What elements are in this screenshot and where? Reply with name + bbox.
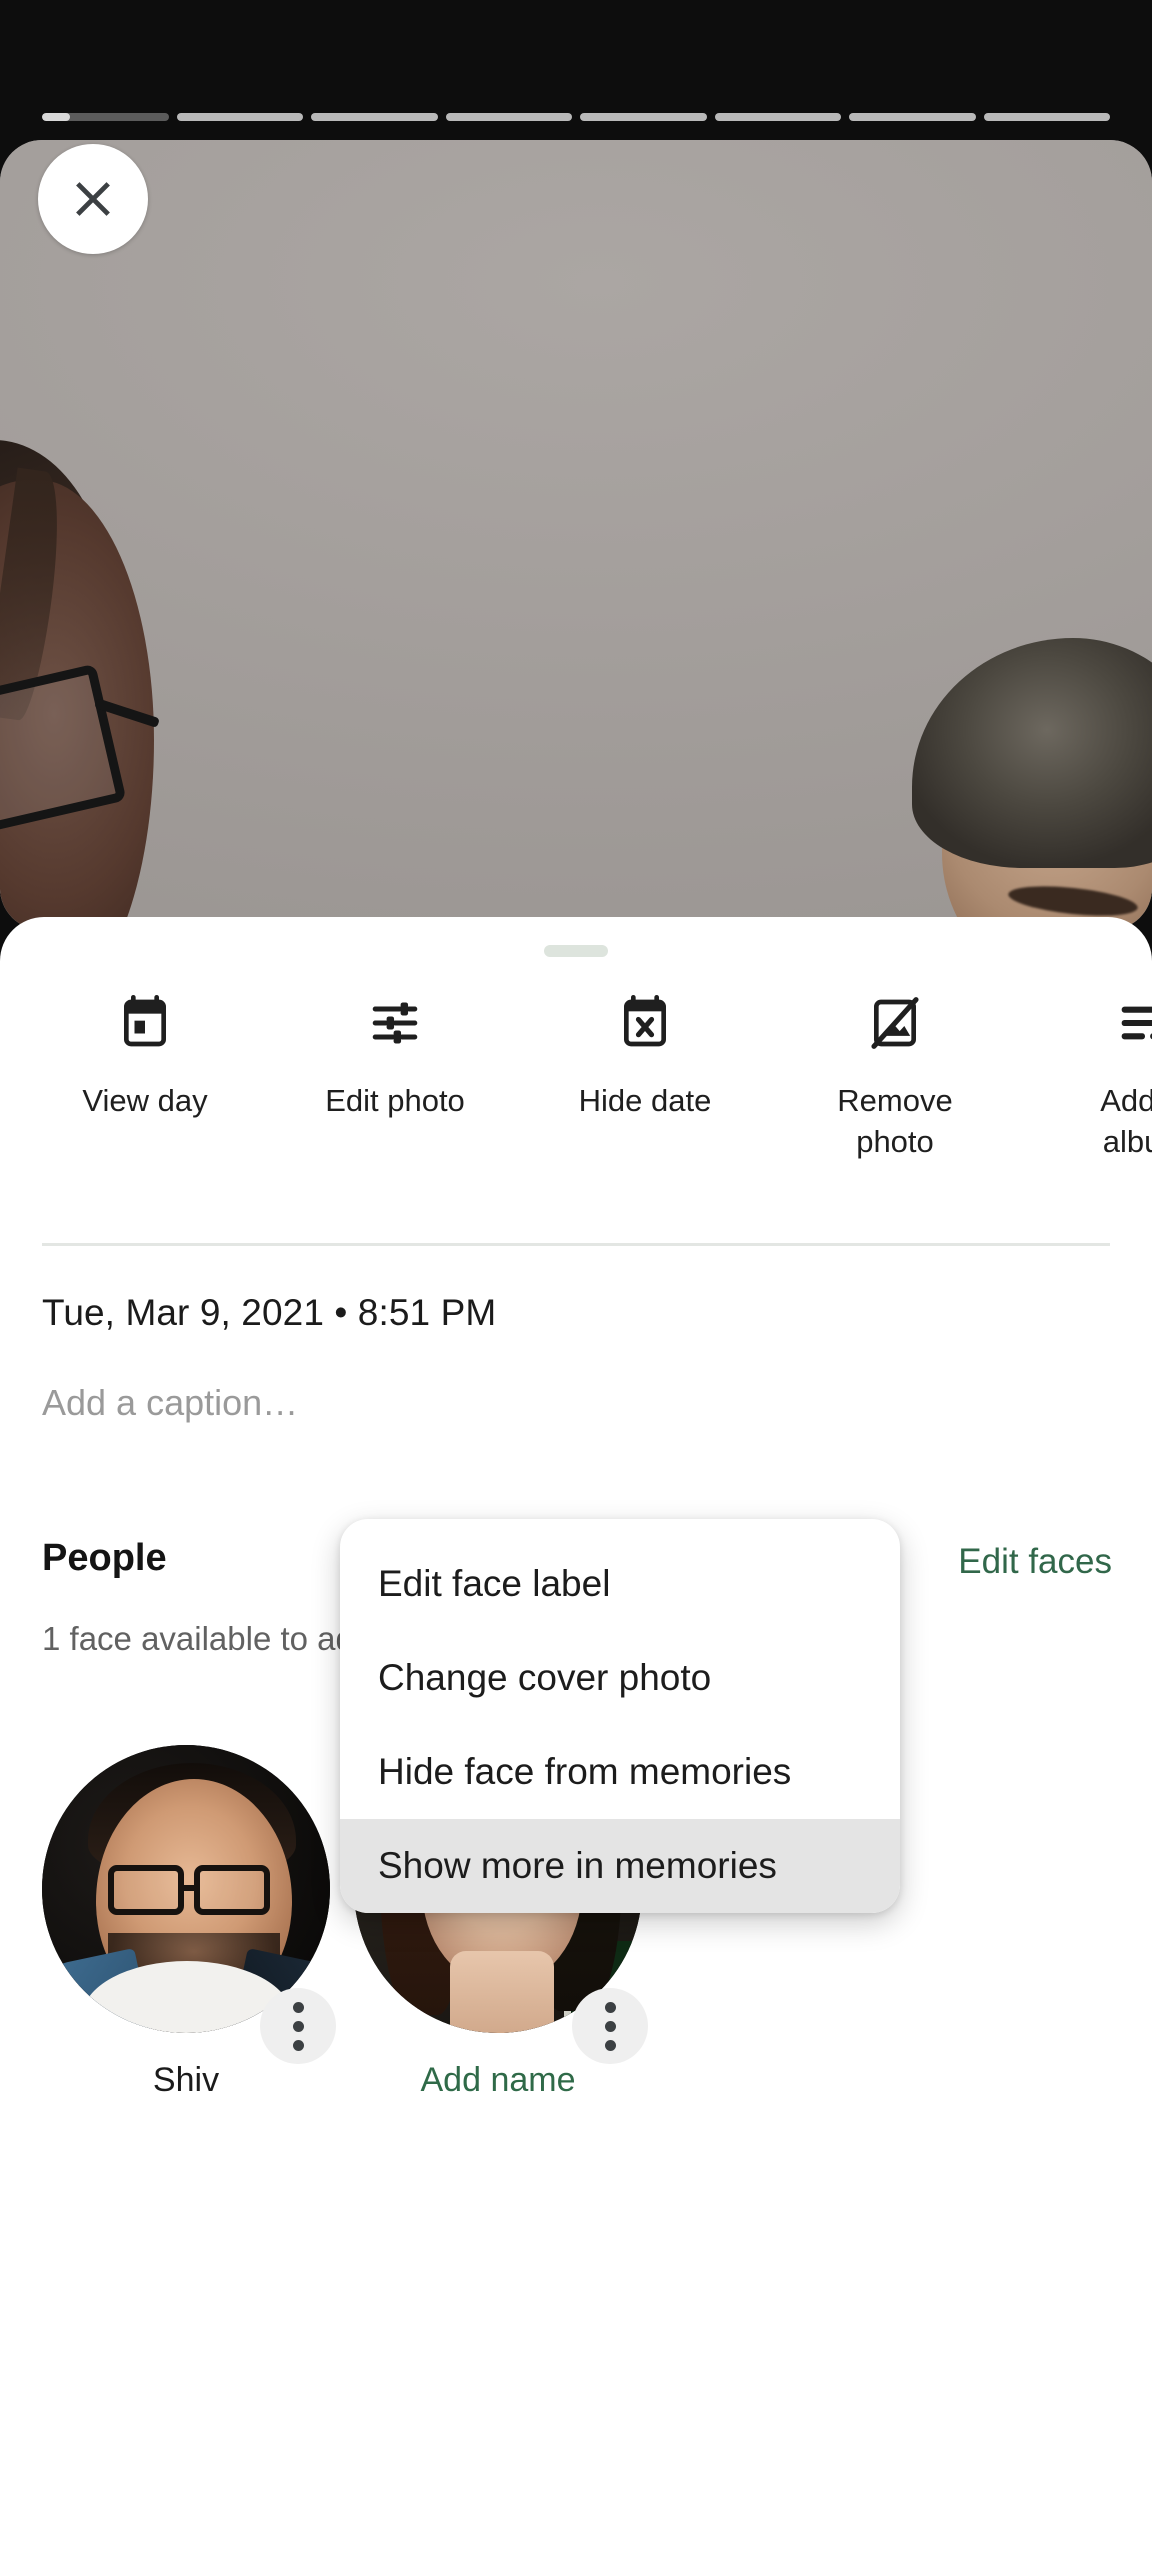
story-progress-bar: [42, 113, 1110, 121]
action-label: Remove photo: [837, 1083, 953, 1159]
tune-sliders-icon: [367, 992, 423, 1054]
face-context-menu: Edit face label Change cover photo Hide fa…: [340, 1519, 900, 1913]
close-icon: [64, 170, 122, 228]
drag-handle[interactable]: [544, 945, 608, 957]
add-name-link[interactable]: Add name: [421, 2061, 576, 2100]
action-edit-photo[interactable]: Edit photo: [270, 992, 520, 1162]
popup-menu-item[interactable]: Change cover photo: [340, 1631, 900, 1725]
story-progress-segment[interactable]: [714, 113, 841, 121]
story-progress-segment[interactable]: [849, 113, 976, 121]
story-progress-fill: [42, 113, 70, 121]
photo-date[interactable]: Tue, Mar 9, 2021 • 8:51 PM: [42, 1292, 496, 1334]
story-progress-segment[interactable]: [580, 113, 707, 121]
sheet-divider: [42, 1243, 1110, 1246]
story-progress-segment[interactable]: [445, 113, 572, 121]
action-add-to-album[interactable]: Add to album: [1020, 992, 1152, 1162]
popup-menu-item[interactable]: Edit face label: [340, 1537, 900, 1631]
face-chip-shiv[interactable]: Shiv: [42, 1745, 336, 2100]
image-off-icon: [867, 992, 923, 1054]
action-label: Add to album: [1100, 1083, 1152, 1159]
more-vert-icon[interactable]: [260, 1988, 336, 2064]
action-label: Hide date: [578, 1083, 712, 1118]
story-progress-segment[interactable]: [983, 113, 1110, 121]
action-remove-photo[interactable]: Remove photo: [770, 992, 1020, 1162]
close-button[interactable]: [38, 144, 148, 254]
people-section-title: People: [42, 1537, 167, 1579]
story-progress-segment[interactable]: [311, 113, 438, 121]
action-row: View day Edit photo Hide date Remove pho…: [0, 992, 1152, 1162]
photo-face-left: [0, 440, 234, 930]
story-progress-segment[interactable]: [176, 113, 303, 121]
playlist-add-icon: [1117, 992, 1152, 1054]
action-view-day[interactable]: View day: [20, 992, 270, 1162]
more-vert-icon[interactable]: [572, 1988, 648, 2064]
action-label: View day: [82, 1083, 208, 1118]
edit-faces-link[interactable]: Edit faces: [958, 1542, 1112, 1582]
face-name[interactable]: Shiv: [153, 2061, 219, 2100]
calendar-day-icon: [117, 992, 173, 1054]
people-subtitle: 1 face available to add: [42, 1620, 373, 1657]
photo-viewer[interactable]: [0, 140, 1152, 930]
photo-face-right: [912, 538, 1152, 930]
caption-input[interactable]: Add a caption…: [42, 1382, 298, 1424]
popup-menu-item[interactable]: Hide face from memories: [340, 1725, 900, 1819]
photo-story-screen: View day Edit photo Hide date Remove pho…: [0, 0, 1152, 2560]
popup-menu-item[interactable]: Show more in memories: [340, 1819, 900, 1913]
action-label: Edit photo: [325, 1083, 465, 1118]
calendar-hide-date-icon: [617, 992, 673, 1054]
action-hide-date[interactable]: Hide date: [520, 992, 770, 1162]
story-progress-segment[interactable]: [42, 113, 169, 121]
